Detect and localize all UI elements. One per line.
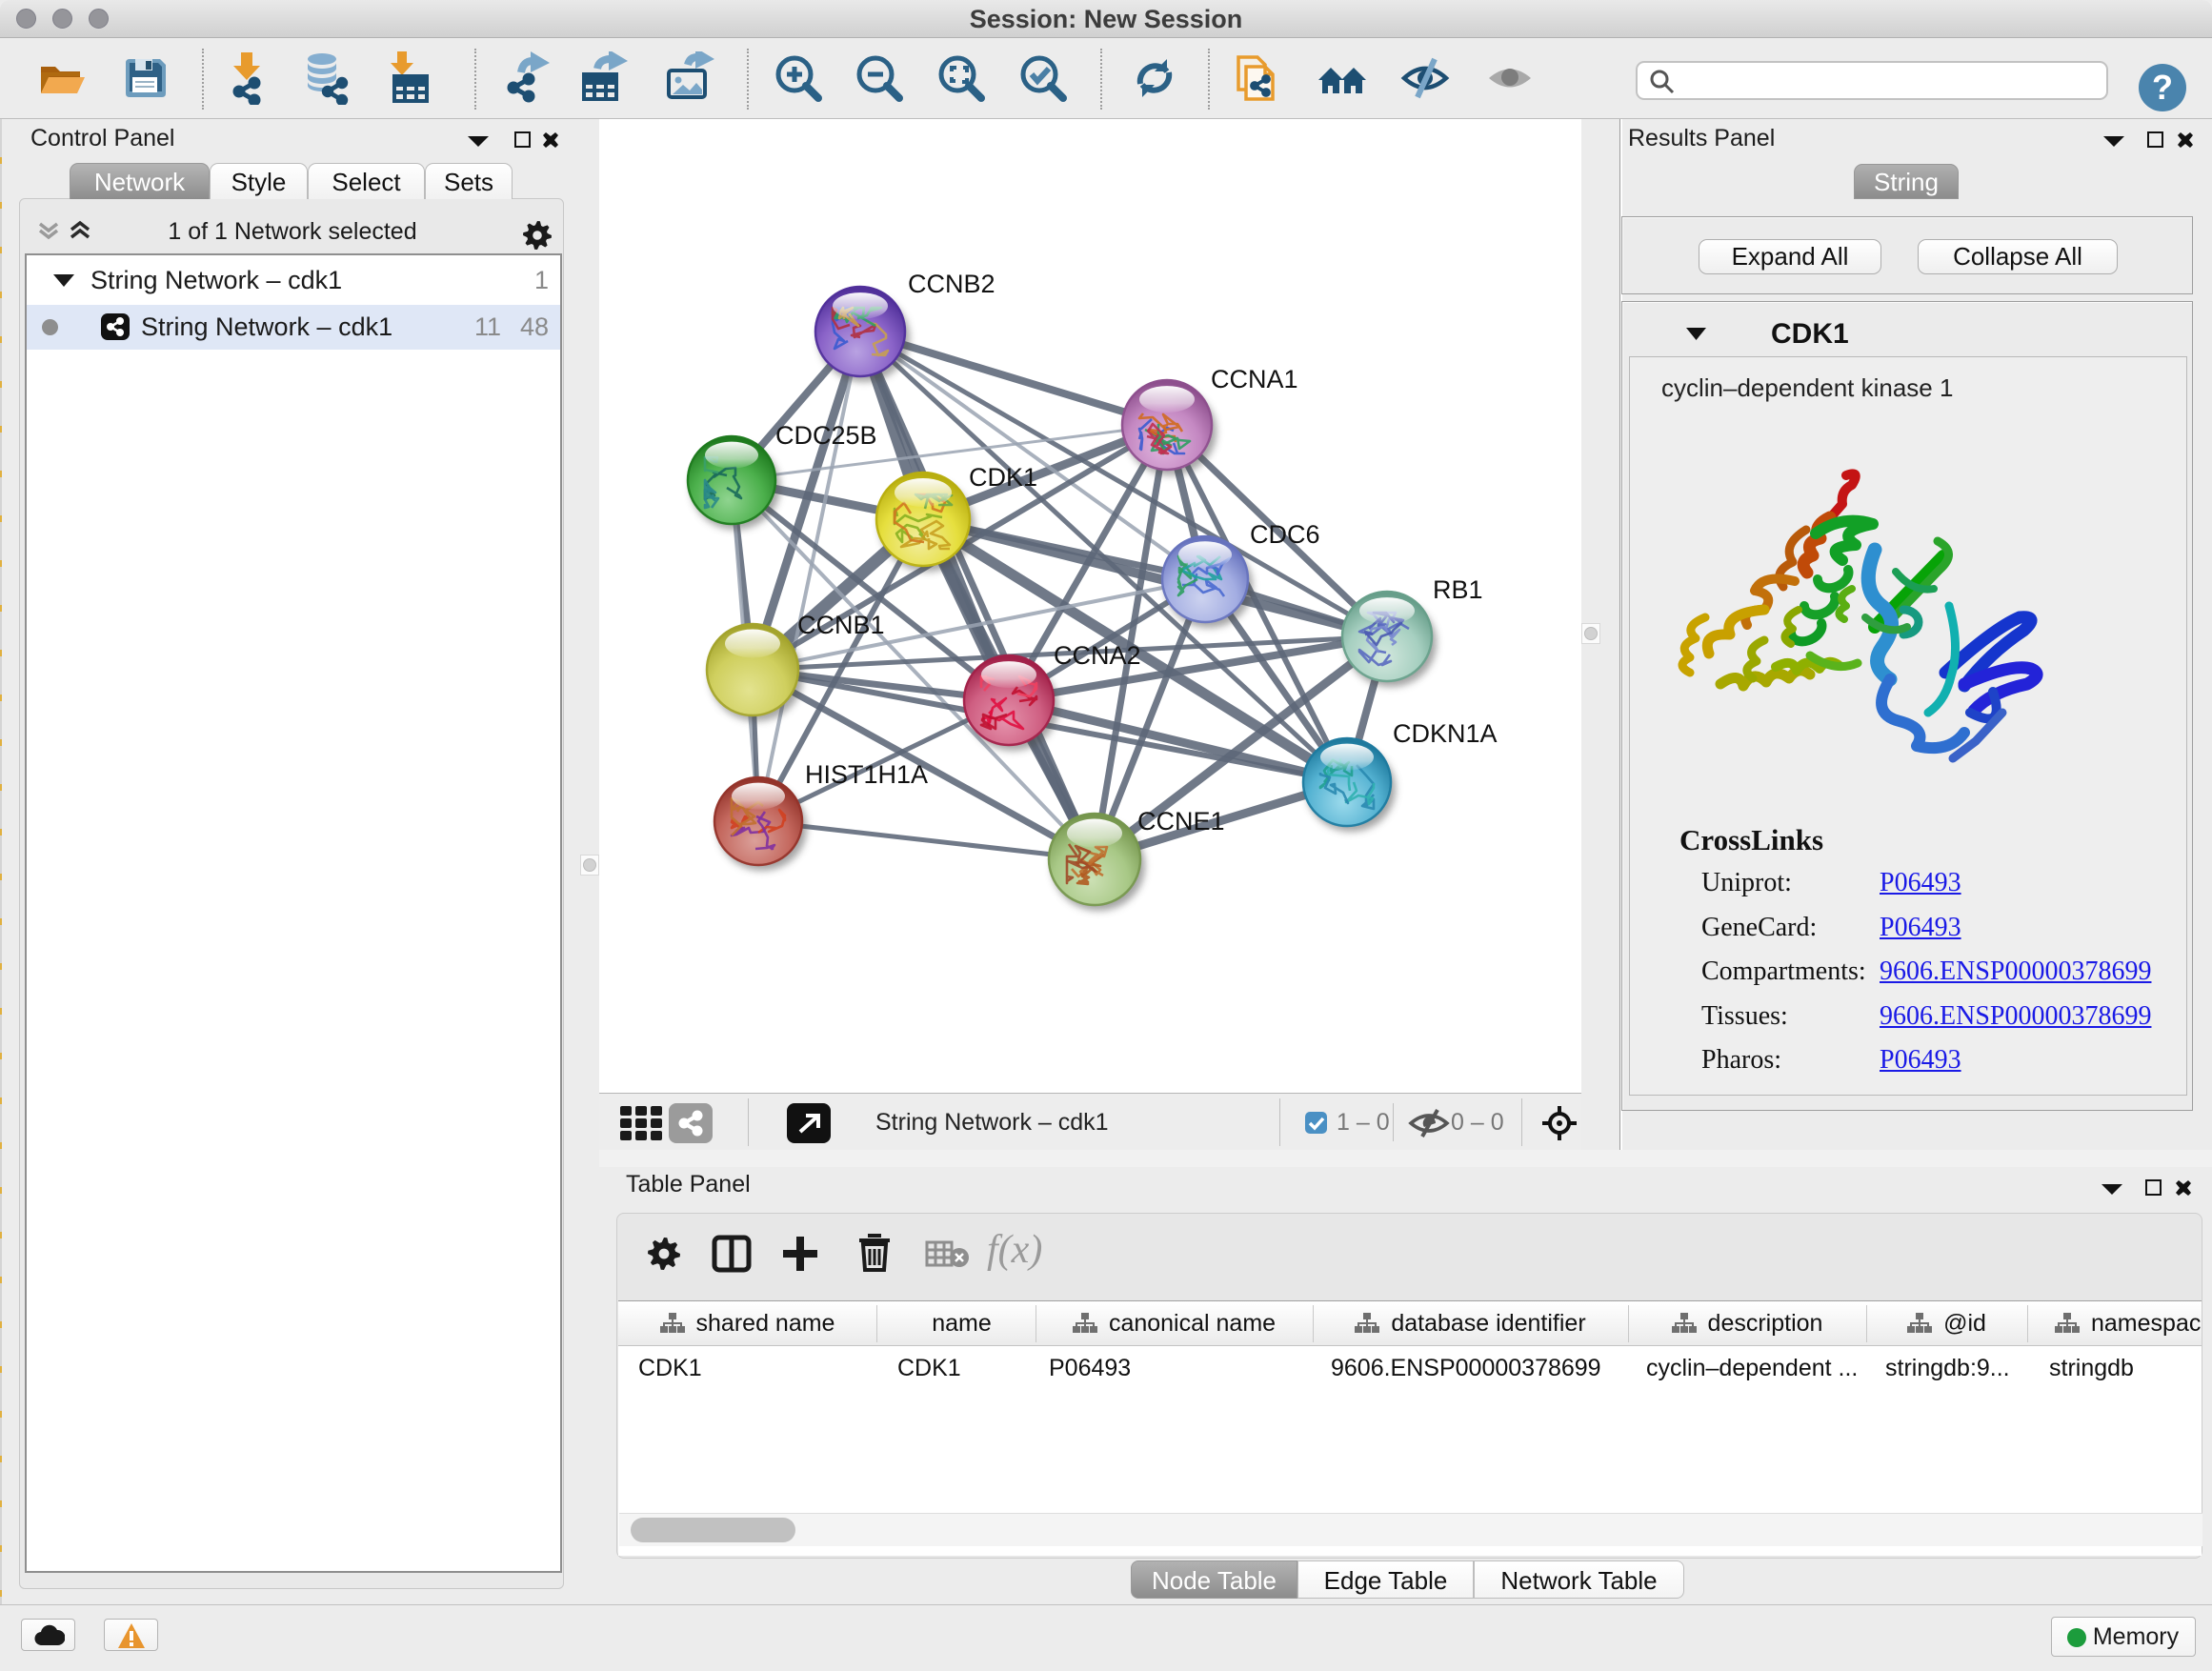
svg-text:CCNB2: CCNB2 [908, 270, 995, 298]
svg-text:CCNA1: CCNA1 [1211, 365, 1298, 393]
svg-text:CDKN1A: CDKN1A [1393, 719, 1498, 748]
svg-text:RB1: RB1 [1433, 575, 1483, 604]
svg-text:CDC25B: CDC25B [775, 421, 877, 450]
svg-text:CDK1: CDK1 [969, 463, 1037, 492]
svg-text:CDC6: CDC6 [1250, 520, 1320, 549]
svg-text:HIST1H1A: HIST1H1A [805, 760, 928, 789]
svg-text:CCNE1: CCNE1 [1137, 807, 1225, 836]
svg-text:?: ? [2152, 68, 2173, 107]
svg-text:CCNA2: CCNA2 [1054, 641, 1141, 670]
svg-text:CCNB1: CCNB1 [797, 611, 885, 639]
